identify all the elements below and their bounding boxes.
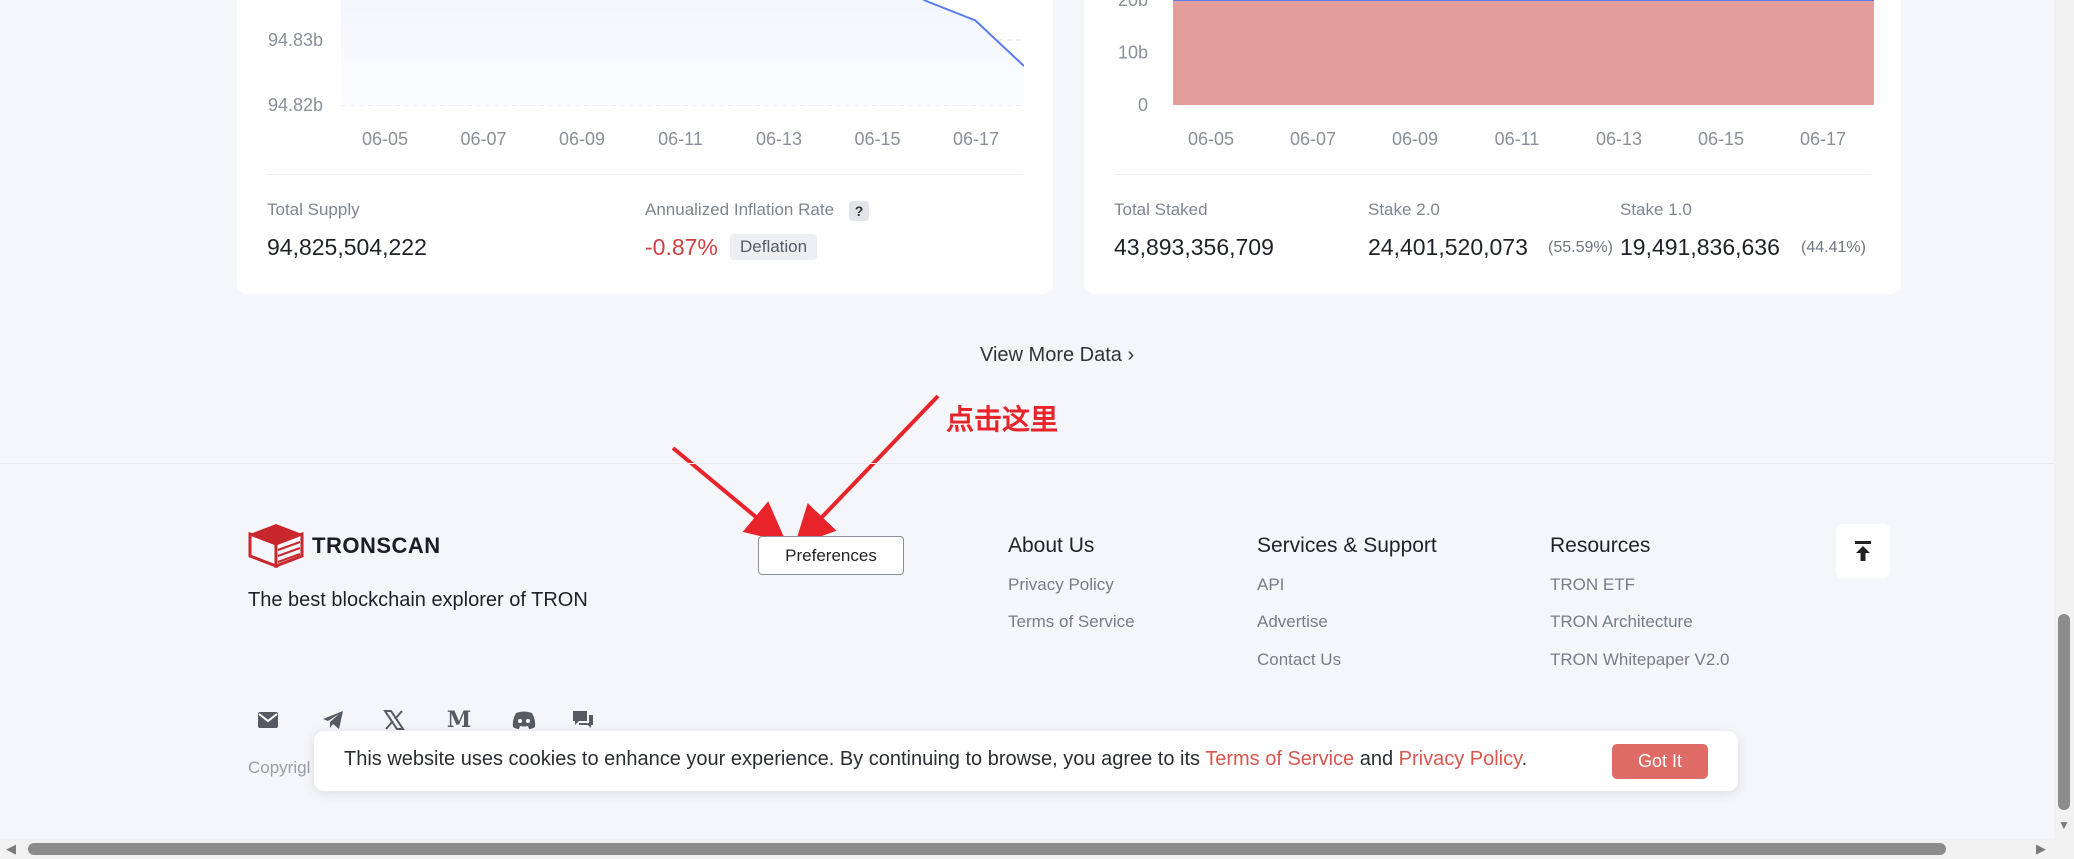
x-tick-label: 06-09 bbox=[559, 129, 605, 149]
staked-card: 0 10b 20b 06-05 06-07 06-09 06-11 06-13 06-15 06-… bbox=[1084, 0, 1901, 294]
card-divider bbox=[267, 174, 1023, 175]
inflation-rate-value: -0.87% bbox=[645, 234, 718, 260]
total-staked-label: Total Staked bbox=[1114, 200, 1208, 219]
stake2-percent: (55.59%) bbox=[1548, 239, 1613, 256]
cookie-text-period: . bbox=[1521, 748, 1528, 770]
tronscan-logo-icon[interactable] bbox=[248, 522, 304, 568]
scroll-down-arrow-icon[interactable]: ▼ bbox=[2058, 818, 2070, 832]
copyright-text: Copyrigl bbox=[248, 758, 311, 777]
view-more-data-link[interactable]: View More Data › bbox=[980, 344, 1134, 367]
api-link[interactable]: API bbox=[1257, 575, 1284, 595]
stake1-percent: (44.41%) bbox=[1801, 239, 1866, 256]
medium-icon[interactable]: M bbox=[445, 706, 473, 734]
resources-title: Resources bbox=[1550, 534, 1651, 557]
x-tick-label: 06-13 bbox=[1596, 129, 1642, 149]
supply-area bbox=[341, 0, 1024, 105]
x-tick-label: 06-15 bbox=[1698, 129, 1744, 149]
tron-etf-link[interactable]: TRON ETF bbox=[1550, 575, 1635, 595]
preferences-button[interactable]: Preferences bbox=[758, 536, 904, 575]
services-support-title: Services & Support bbox=[1257, 534, 1437, 557]
x-tick-label: 06-15 bbox=[854, 129, 900, 149]
about-us-title: About Us bbox=[1008, 534, 1095, 557]
x-tick-label: 06-07 bbox=[1290, 129, 1336, 149]
total-supply-card: 94.82b 94.83b 06-05 06-07 06-09 06-11 06-13 06-… bbox=[237, 0, 1053, 294]
y-tick-label: 10b bbox=[1118, 43, 1148, 63]
y-tick-label: 20b bbox=[1118, 0, 1148, 10]
cookie-message: This website uses cookies to enhance you… bbox=[344, 748, 1527, 771]
staked-chart: 0 10b 20b 06-05 06-07 06-09 06-11 06-13 06-15 06-… bbox=[1118, 0, 1874, 149]
advertise-link[interactable]: Advertise bbox=[1257, 612, 1328, 632]
scroll-left-arrow-icon[interactable]: ◀ bbox=[6, 841, 16, 857]
cookie-text-and: and bbox=[1354, 748, 1399, 770]
total-staked-value: 43,893,356,709 bbox=[1114, 234, 1274, 260]
vertical-scrollbar[interactable]: ▼ bbox=[2054, 0, 2074, 859]
help-icon[interactable]: ? bbox=[849, 201, 869, 221]
terms-of-service-link[interactable]: Terms of Service bbox=[1008, 612, 1135, 632]
x-twitter-icon[interactable] bbox=[380, 706, 408, 734]
x-tick-label: 06-17 bbox=[1800, 129, 1846, 149]
tron-architecture-link[interactable]: TRON Architecture bbox=[1550, 612, 1693, 632]
x-tick-label: 06-05 bbox=[1188, 129, 1234, 149]
stake1-value: 19,491,836,636 bbox=[1620, 234, 1780, 260]
mail-icon[interactable] bbox=[254, 706, 282, 734]
annotation-text: 点击这里 bbox=[946, 404, 1059, 435]
back-to-top-button[interactable] bbox=[1836, 524, 1890, 578]
total-supply-chart: 94.82b 94.83b 06-05 06-07 06-09 06-11 06-13 06-… bbox=[268, 0, 1024, 149]
cookie-text-main: This website uses cookies to enhance you… bbox=[344, 748, 1206, 770]
y-tick-label: 94.82b bbox=[268, 95, 323, 115]
inflation-rate-label: Annualized Inflation Rate bbox=[645, 200, 835, 219]
x-tick-label: 06-11 bbox=[1495, 129, 1540, 149]
deflation-badge: Deflation bbox=[730, 234, 818, 260]
cookie-consent-bar: This website uses cookies to enhance you… bbox=[314, 731, 1738, 791]
footer-tagline: The best blockchain explorer of TRON bbox=[248, 589, 588, 611]
discord-icon[interactable] bbox=[510, 706, 538, 734]
x-tick-label: 06-07 bbox=[460, 129, 506, 149]
x-tick-label: 06-11 bbox=[658, 129, 703, 149]
got-it-button[interactable]: Got It bbox=[1612, 744, 1708, 779]
horizontal-scroll-thumb[interactable] bbox=[28, 843, 1946, 855]
x-tick-label: 06-09 bbox=[1392, 129, 1438, 149]
staked-area bbox=[1173, 0, 1874, 105]
card-divider bbox=[1114, 174, 1871, 175]
forum-icon[interactable] bbox=[569, 706, 597, 734]
telegram-icon[interactable] bbox=[319, 706, 347, 734]
horizontal-scrollbar[interactable]: ◀ ▶ bbox=[0, 839, 2054, 859]
x-tick-label: 06-13 bbox=[756, 129, 802, 149]
contact-us-link[interactable]: Contact Us bbox=[1257, 650, 1341, 670]
total-supply-label: Total Supply bbox=[267, 200, 360, 219]
vertical-scroll-thumb[interactable] bbox=[2058, 614, 2070, 810]
stake2-label: Stake 2.0 bbox=[1368, 200, 1440, 219]
privacy-policy-link[interactable]: Privacy Policy bbox=[1008, 575, 1114, 595]
footer-divider bbox=[0, 463, 2074, 464]
scroll-right-arrow-icon[interactable]: ▶ bbox=[2036, 841, 2046, 857]
x-tick-label: 06-05 bbox=[362, 129, 408, 149]
cookie-privacy-link[interactable]: Privacy Policy bbox=[1399, 748, 1522, 770]
arrow-up-to-top-icon bbox=[1855, 541, 1871, 561]
stake2-value: 24,401,520,073 bbox=[1368, 234, 1528, 260]
x-tick-label: 06-17 bbox=[953, 129, 999, 149]
tronscan-logo-text[interactable]: TRONSCAN bbox=[312, 533, 441, 559]
stake1-label: Stake 1.0 bbox=[1620, 200, 1692, 219]
y-tick-label: 0 bbox=[1138, 95, 1148, 115]
tron-whitepaper-link[interactable]: TRON Whitepaper V2.0 bbox=[1550, 650, 1730, 670]
cookie-terms-link[interactable]: Terms of Service bbox=[1205, 748, 1354, 770]
y-tick-label: 94.83b bbox=[268, 30, 323, 50]
total-supply-value: 94,825,504,222 bbox=[267, 234, 427, 260]
